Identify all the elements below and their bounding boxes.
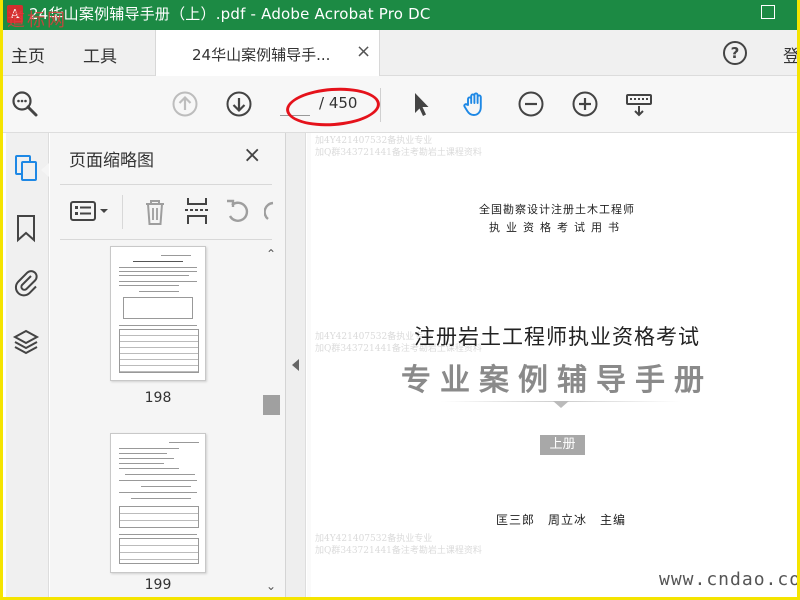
thumbnail-label: 199 bbox=[144, 577, 172, 593]
scroll-down-icon[interactable]: ⌄ bbox=[266, 579, 276, 593]
delete-page-icon[interactable] bbox=[142, 197, 168, 227]
site-watermark: www.cndao.com bbox=[659, 569, 800, 590]
doc-series-subline: 执业资格考试用书 bbox=[489, 221, 625, 234]
home-menu[interactable]: 主页 bbox=[11, 42, 45, 67]
toolbar bbox=[3, 76, 797, 133]
login-button[interactable]: 登 bbox=[783, 42, 797, 67]
document-view[interactable]: 加4Y421407532备执业专业 加Q群343721441备注考勘岩土课程资料… bbox=[307, 133, 800, 597]
doc-series-line: 全国勘察设计注册土木工程师 bbox=[479, 203, 635, 216]
menu-row: 主页 工具 24华山案例辅导手... × ? 登 bbox=[3, 30, 797, 76]
hand-tool-icon[interactable] bbox=[461, 90, 489, 118]
panel-divider-2 bbox=[60, 239, 272, 240]
faint-watermark: 加Q群343721441备注考勘岩土课程资料 bbox=[315, 546, 482, 556]
faint-watermark: 加Q群343721441备注考勘岩土课程资料 bbox=[315, 148, 482, 158]
bookmark-icon[interactable] bbox=[12, 213, 40, 243]
thumbnail-page[interactable] bbox=[110, 433, 206, 573]
rotate-left-icon[interactable] bbox=[224, 197, 252, 225]
page-number-input[interactable] bbox=[280, 90, 310, 116]
scrollbar-thumb[interactable] bbox=[263, 395, 280, 415]
page-total-label: / 450 bbox=[319, 94, 358, 112]
left-rail bbox=[6, 133, 49, 597]
options-menu-icon[interactable] bbox=[70, 199, 116, 225]
panel-divider bbox=[60, 184, 272, 185]
panel-toolbar bbox=[50, 189, 286, 239]
document-tab-label: 24华山案例辅导手... bbox=[192, 46, 331, 64]
next-page-icon[interactable] bbox=[225, 90, 253, 118]
collapse-panel-icon[interactable] bbox=[292, 359, 299, 371]
doc-subtitle: 专业案例辅导手册 bbox=[401, 363, 713, 398]
search-zoom-icon[interactable] bbox=[11, 90, 39, 118]
tools-menu[interactable]: 工具 bbox=[83, 42, 117, 67]
active-indicator bbox=[41, 163, 49, 177]
panel-title: 页面缩略图 bbox=[69, 151, 154, 171]
doc-volume-badge: 上册 bbox=[540, 435, 585, 455]
panel-toolbar-divider bbox=[122, 195, 123, 229]
extract-page-icon[interactable] bbox=[184, 195, 210, 227]
help-icon[interactable]: ? bbox=[723, 41, 747, 65]
close-panel-icon[interactable]: × bbox=[243, 143, 261, 168]
rotate-right-icon[interactable] bbox=[264, 197, 274, 225]
document-tab[interactable]: 24华山案例辅导手... × bbox=[155, 30, 380, 76]
panel-splitter[interactable] bbox=[286, 133, 306, 597]
thumbnail-scrollbar[interactable]: ⌃ ⌄ bbox=[262, 245, 280, 597]
acrobat-window: A 24华山案例辅导手册（上）.pdf - Adobe Acrobat Pro … bbox=[0, 0, 800, 600]
select-cursor-icon[interactable] bbox=[407, 90, 435, 118]
doc-rule-marker bbox=[553, 401, 569, 408]
page-thumbnails-icon[interactable] bbox=[12, 153, 40, 183]
title-bar: A 24华山案例辅导手册（上）.pdf - Adobe Acrobat Pro … bbox=[3, 0, 797, 31]
window-title: 24华山案例辅导手册（上）.pdf - Adobe Acrobat Pro DC bbox=[29, 5, 431, 23]
attachment-icon[interactable] bbox=[12, 267, 40, 297]
zoom-in-icon[interactable] bbox=[571, 90, 599, 118]
keyboard-display-icon[interactable] bbox=[625, 90, 653, 118]
doc-authors: 匡三郎 周立冰 主编 bbox=[495, 513, 626, 527]
restore-window-button[interactable] bbox=[749, 0, 789, 28]
layers-icon[interactable] bbox=[12, 327, 40, 357]
doc-title: 注册岩土工程师执业资格考试 bbox=[414, 325, 700, 349]
thumbnail-label: 198 bbox=[144, 390, 172, 406]
scroll-up-icon[interactable]: ⌃ bbox=[266, 247, 276, 261]
zoom-out-icon[interactable] bbox=[517, 90, 545, 118]
thumbnails-panel: 页面缩略图 × 198 199 ⌃ ⌄ bbox=[50, 133, 286, 597]
close-tab-icon[interactable]: × bbox=[356, 41, 371, 62]
toolbar-divider bbox=[380, 88, 381, 122]
pdf-page: 加4Y421407532备执业专业 加Q群343721441备注考勘岩土课程资料… bbox=[311, 133, 800, 597]
previous-page-icon[interactable] bbox=[171, 90, 199, 118]
acrobat-logo-icon: A bbox=[7, 5, 23, 23]
thumbnail-page[interactable] bbox=[110, 246, 206, 381]
